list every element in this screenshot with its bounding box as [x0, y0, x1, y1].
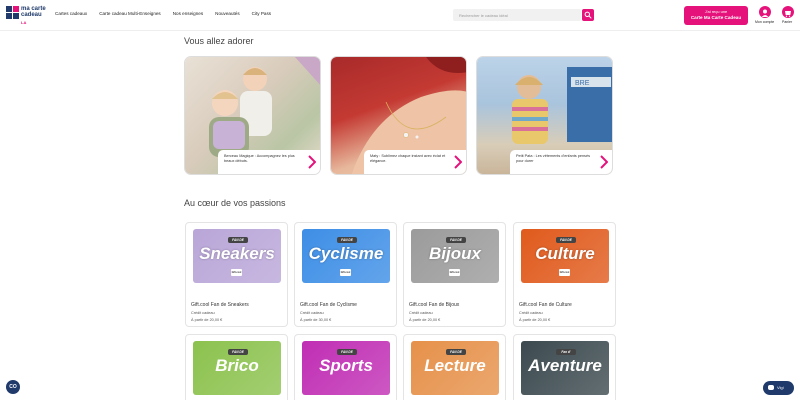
chevron-right-icon — [454, 155, 462, 169]
chevron-right-icon — [308, 155, 316, 169]
cart-label[interactable]: Panier — [782, 20, 792, 24]
main-nav: Cartes cadeaux Carte cadeau Multi-Enseig… — [55, 11, 283, 16]
promo-card-petit-pata[interactable]: BRE Petit Pata : Les vêtements d'enfants… — [476, 56, 613, 175]
gift-card-item[interactable]: FAN DE Sports — [294, 334, 397, 400]
logo-square — [13, 13, 19, 19]
gift-card-price: À partir de 30,00 € — [300, 318, 332, 322]
gift-card-image: FAN DE Lecture — [411, 341, 499, 395]
fan-badge: FAN DE — [337, 237, 357, 243]
promo-caption: Petit Pata : Les vêtements d'enfants pen… — [510, 150, 612, 174]
gift-card-type: Crédit cadeau — [191, 311, 215, 315]
fan-badge: FAN DE — [337, 349, 357, 355]
gift-card-theme: Bijoux — [429, 244, 481, 263]
cta-line1: J'ai reçu une — [704, 9, 728, 14]
gift-card-theme: Sports — [319, 356, 373, 375]
gift-card-item[interactable]: FAN DE Lecture — [403, 334, 506, 400]
logo-square — [6, 13, 12, 19]
gift-card-theme: Sneakers — [199, 244, 275, 263]
gift-card-image: FAN DE Brico — [193, 341, 281, 395]
fan-badge: FAN DE — [446, 349, 466, 355]
promo-card-maty[interactable]: Maty : Sublimez chaque instant avec écla… — [330, 56, 467, 175]
nav-cartes-cadeaux[interactable]: Cartes cadeaux — [55, 11, 87, 16]
gift-card-name[interactable]: Gift.cool Fan de Culture — [519, 302, 572, 308]
gift-card-price: À partir de 20,00 € — [409, 318, 441, 322]
gift-card-image: FAN DE Sneakers Gift.cool — [193, 229, 281, 283]
account-label[interactable]: Mon compte — [755, 20, 774, 24]
gift-card-theme: Lecture — [424, 356, 486, 375]
gift-card-theme: Cyclisme — [308, 244, 384, 263]
gift-card-type: Crédit cadeau — [300, 311, 324, 315]
fan-badge: FAN DE — [446, 237, 466, 243]
logo-text: ma carte cadeau — [21, 6, 46, 18]
gift-card-image: FAN DE Sports — [302, 341, 390, 395]
chevron-right-icon — [600, 155, 608, 169]
gift-card-type: Crédit cadeau — [409, 311, 433, 315]
promo-caption: Berceau Magique : Accompagnez les plus b… — [218, 150, 320, 174]
logo-sub: LA — [21, 20, 27, 25]
gift-card-price: À partir de 20,00 € — [191, 318, 223, 322]
search-input[interactable]: Rechercher le cadeau idéal — [453, 9, 581, 21]
gift-card-item[interactable]: FAN DE Sneakers Gift.cool Gift.cool Fan … — [185, 222, 288, 327]
gift-card-item[interactable]: Fan d' Aventure — [513, 334, 616, 400]
gift-card-item[interactable]: FAN DE Brico — [185, 334, 288, 400]
fan-badge: FAN DE — [228, 349, 248, 355]
account-icon[interactable] — [759, 6, 771, 18]
gift-cool-badge: Gift.cool — [340, 269, 351, 276]
svg-text:BRE: BRE — [575, 80, 590, 87]
logo-square — [6, 6, 12, 12]
gift-card-item[interactable]: FAN DE Bijoux Gift.cool Gift.cool Fan de… — [403, 222, 506, 327]
gift-cool-badge: Gift.cool — [559, 269, 570, 276]
fan-badge: FAN DE — [228, 237, 248, 243]
gift-card-image: Fan d' Aventure — [521, 341, 609, 395]
cta-line2: Carte Ma Carte Cadeau — [690, 15, 742, 20]
gift-card-type: Crédit cadeau — [519, 311, 543, 315]
gift-card-name[interactable]: Gift.cool Fan de Sneakers — [191, 302, 249, 308]
gift-cool-badge: Gift.cool — [231, 269, 242, 276]
gift-card-image: FAN DE Bijoux Gift.cool — [411, 229, 499, 283]
nav-city-pass[interactable]: City Pass — [252, 11, 271, 16]
gift-card-theme: Aventure — [528, 356, 602, 375]
cart-icon[interactable] — [782, 6, 794, 18]
search-button[interactable] — [582, 9, 594, 21]
logo-square — [13, 6, 19, 12]
section-title-passions: Au cœur de vos passions — [184, 198, 286, 208]
gift-card-name[interactable]: Gift.cool Fan de Cyclisme — [300, 302, 357, 308]
gift-card-theme: Brico — [215, 356, 259, 375]
gift-card-item[interactable]: FAN DE Cyclisme Gift.cool Gift.cool Fan … — [294, 222, 397, 327]
nav-nos-enseignes[interactable]: Nos enseignes — [173, 11, 203, 16]
section-title-adorer: Vous allez adorer — [184, 36, 254, 46]
fan-badge: Fan d' — [556, 349, 576, 355]
gift-card-image: FAN DE Culture Gift.cool — [521, 229, 609, 283]
search-icon — [584, 11, 592, 19]
gift-card-item[interactable]: FAN DE Culture Gift.cool Gift.cool Fan d… — [513, 222, 616, 327]
promo-caption: Maty : Sublimez chaque instant avec écla… — [364, 150, 466, 174]
received-card-button[interactable]: J'ai reçu une Carte Ma Carte Cadeau — [684, 6, 748, 25]
gift-card-name[interactable]: Gift.cool Fan de Bijoux — [409, 302, 459, 308]
promo-card-berceau[interactable]: Berceau Magique : Accompagnez les plus b… — [184, 56, 321, 175]
cookie-settings-button[interactable]: CO — [6, 380, 20, 394]
gift-card-theme: Culture — [535, 244, 595, 263]
fan-badge: FAN DE — [556, 237, 576, 243]
gift-card-price: À partir de 20,00 € — [519, 318, 551, 322]
chat-button[interactable]: Vigi — [763, 381, 794, 395]
site-logo[interactable]: ma carte cadeau LA — [6, 6, 48, 26]
nav-multi-enseignes[interactable]: Carte cadeau Multi-Enseignes — [99, 11, 161, 16]
site-header: ma carte cadeau LA Cartes cadeaux Carte c… — [0, 0, 800, 31]
nav-nouveautes[interactable]: Nouveautés — [215, 11, 240, 16]
gift-card-image: FAN DE Cyclisme Gift.cool — [302, 229, 390, 283]
gift-cool-badge: Gift.cool — [449, 269, 460, 276]
